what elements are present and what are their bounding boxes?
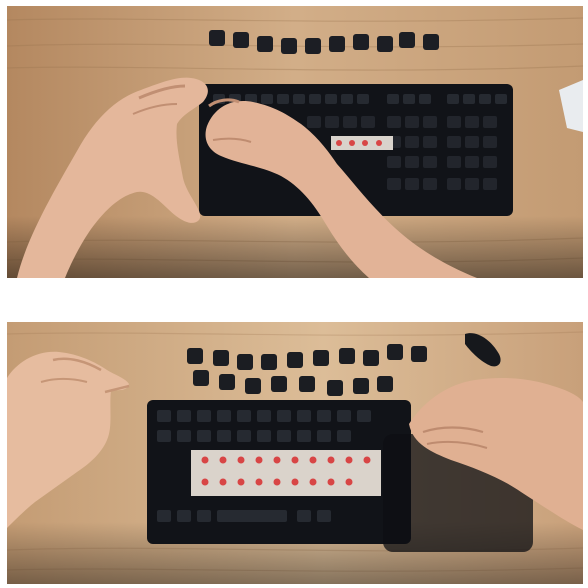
photo-panel-bottom — [7, 322, 583, 584]
photo-panel-top — [7, 6, 583, 278]
exposed-switches — [331, 136, 393, 150]
exposed-switches — [191, 450, 381, 496]
figure — [0, 0, 588, 588]
photo-top-svg — [7, 6, 583, 278]
photo-bottom-svg — [7, 322, 583, 584]
